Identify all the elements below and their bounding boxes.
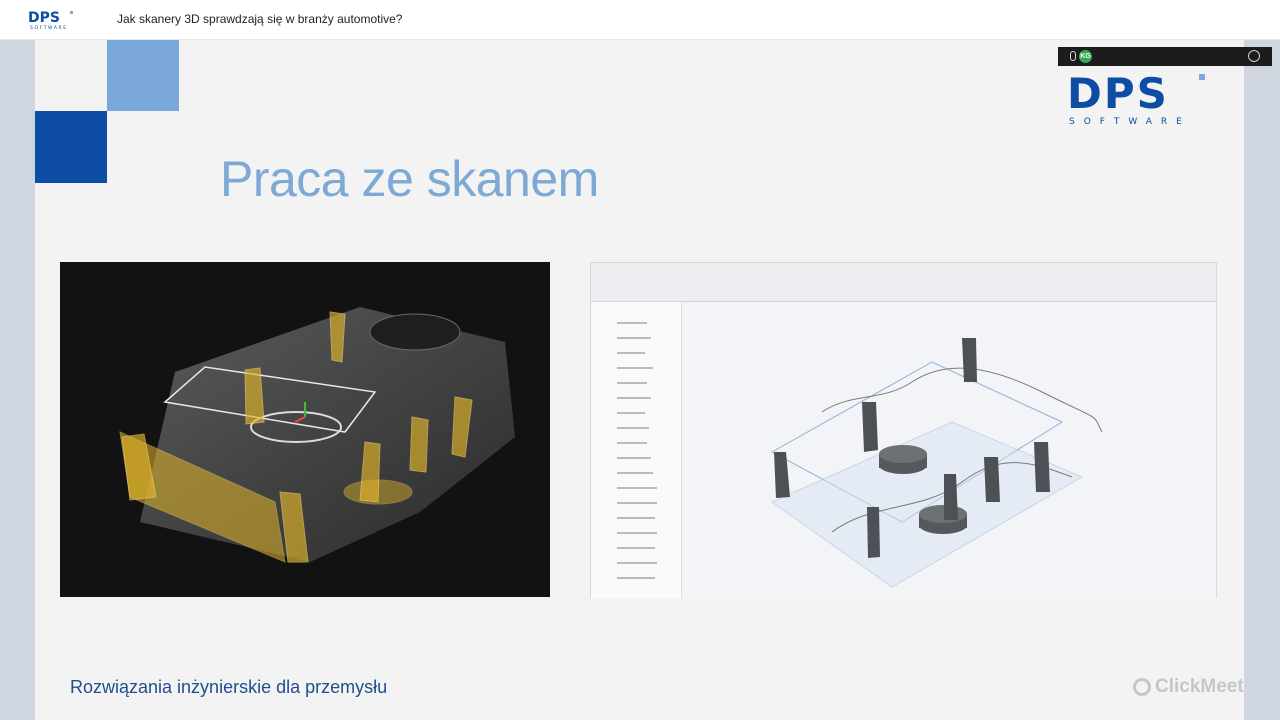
top-bar: DPS SOFTWARE Jak skanery 3D sprawdzają s… — [0, 0, 1280, 40]
scan-render-image — [60, 262, 550, 597]
cad-feature-tree — [591, 302, 682, 598]
watermark-text: ClickMeeting — [1155, 676, 1244, 697]
dps-logo: DPS SOFTWARE — [28, 10, 73, 31]
cad-screenshot-image — [590, 262, 1217, 598]
slide-dps-logo: DPS SOFTWARE — [1067, 72, 1205, 127]
cad-ribbon-toolbar — [591, 263, 1216, 302]
webinar-title: Jak skanery 3D sprawdzają się w branży a… — [117, 12, 403, 26]
decor-square-light — [107, 40, 179, 111]
clickmeeting-logo-icon — [1133, 678, 1151, 696]
presenter-overlay: KG — [1058, 47, 1272, 66]
svg-text:SOFTWARE: SOFTWARE — [1069, 117, 1191, 127]
presentation-slide: Praca ze skanem DPS SOFTWARE Rozwiązania… — [35, 40, 1244, 720]
svg-text:DPS: DPS — [1067, 72, 1169, 118]
svg-text:SOFTWARE: SOFTWARE — [30, 25, 68, 31]
svg-text:DPS: DPS — [28, 10, 60, 26]
chat-icon[interactable] — [1248, 50, 1260, 62]
slide-title: Praca ze skanem — [220, 151, 599, 207]
presenter-avatar[interactable]: KG — [1079, 50, 1092, 63]
microphone-icon[interactable] — [1070, 51, 1076, 61]
right-side-strip — [1244, 40, 1280, 720]
cad-3d-viewport — [682, 302, 1216, 598]
slide-footer: Rozwiązania inżynierskie dla przemysłu — [70, 677, 388, 697]
decor-square-dark — [35, 111, 107, 183]
clickmeeting-watermark: ClickMeeting — [1133, 676, 1244, 698]
